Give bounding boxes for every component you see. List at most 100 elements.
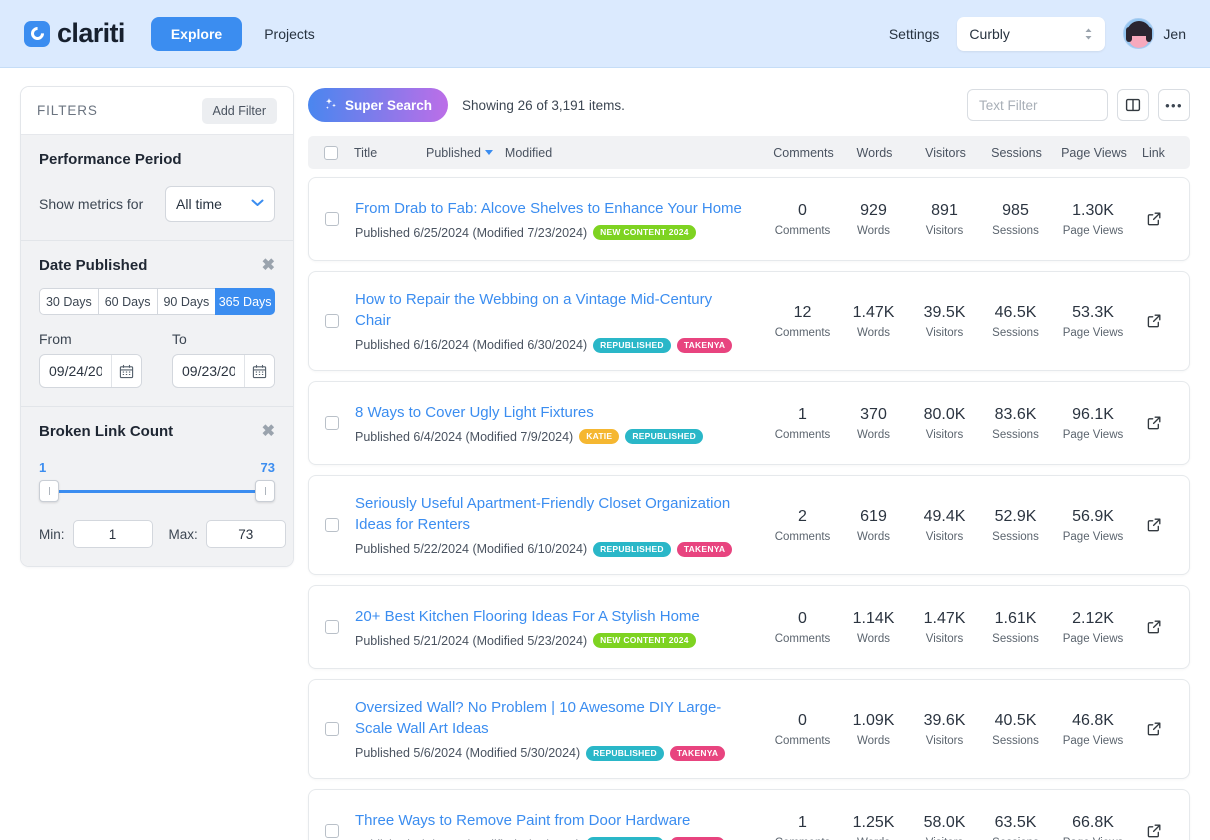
max-label: Max: [169, 527, 198, 542]
external-link-icon[interactable] [1135, 415, 1173, 431]
row-checkbox-cell [325, 518, 355, 532]
column-visitors[interactable]: Visitors [910, 146, 981, 160]
row-comments: 1 Comments [767, 405, 838, 440]
row-visitors-value: 39.6K [909, 711, 980, 730]
performance-period-select[interactable]: All time [165, 186, 275, 222]
external-link-icon[interactable] [1135, 517, 1173, 533]
row-sessions-label: Sessions [980, 429, 1051, 441]
external-link-icon[interactable] [1135, 211, 1173, 227]
nav-explore-button[interactable]: Explore [151, 17, 242, 51]
table-row[interactable]: Oversized Wall? No Problem | 10 Awesome … [308, 679, 1190, 779]
table-row[interactable]: Seriously Useful Apartment-Friendly Clos… [308, 475, 1190, 575]
external-link-icon[interactable] [1135, 823, 1173, 839]
table-row[interactable]: 20+ Best Kitchen Flooring Ideas For A St… [308, 585, 1190, 669]
column-sessions[interactable]: Sessions [981, 146, 1052, 160]
table-row[interactable]: 8 Ways to Cover Ugly Light Fixtures Publ… [308, 381, 1190, 465]
row-visitors-value: 58.0K [909, 813, 980, 832]
site-select[interactable]: Curbly [957, 17, 1105, 51]
column-comments[interactable]: Comments [768, 146, 839, 160]
table-row[interactable]: From Drab to Fab: Alcove Shelves to Enha… [308, 177, 1190, 261]
from-date-input[interactable] [40, 355, 111, 387]
column-link: Link [1136, 146, 1174, 160]
sparkle-icon [324, 97, 338, 113]
range-30-days[interactable]: 30 Days [39, 288, 99, 315]
row-title-link[interactable]: From Drab to Fab: Alcove Shelves to Enha… [355, 198, 749, 219]
text-filter-input[interactable] [967, 89, 1108, 121]
row-checkbox[interactable] [325, 620, 339, 634]
row-content: How to Repair the Webbing on a Vintage M… [355, 289, 767, 353]
row-sessions: 83.6K Sessions [980, 405, 1051, 440]
showing-count-text: Showing 26 of 3,191 items. [462, 98, 625, 113]
row-content: Three Ways to Remove Paint from Door Har… [355, 810, 767, 840]
row-checkbox[interactable] [325, 722, 339, 736]
row-comments-value: 1 [767, 813, 838, 832]
row-comments-value: 12 [767, 303, 838, 322]
calendar-icon-to[interactable] [244, 355, 274, 387]
row-checkbox[interactable] [325, 212, 339, 226]
min-input[interactable] [73, 520, 153, 548]
row-sessions: 40.5K Sessions [980, 711, 1051, 746]
row-title-link[interactable]: Oversized Wall? No Problem | 10 Awesome … [355, 697, 749, 740]
max-input[interactable] [206, 520, 286, 548]
row-page-views-value: 96.1K [1051, 405, 1135, 424]
calendar-icon-from[interactable] [111, 355, 141, 387]
slider-handle-min[interactable] [39, 480, 59, 502]
broken-link-range-slider[interactable]: 1 73 [39, 460, 275, 504]
row-page-views-label: Page Views [1051, 327, 1135, 339]
user-menu[interactable]: Jen [1123, 18, 1186, 49]
close-icon[interactable]: ✖ [262, 424, 275, 440]
row-words-value: 929 [838, 201, 909, 220]
row-words-value: 1.09K [838, 711, 909, 730]
to-date-input[interactable] [173, 355, 244, 387]
slider-handle-max[interactable] [255, 480, 275, 502]
select-all-checkbox[interactable] [324, 146, 338, 160]
external-link-icon[interactable] [1135, 619, 1173, 635]
column-page-views[interactable]: Page Views [1052, 146, 1136, 160]
column-published-label: Published [426, 146, 481, 160]
ellipsis-icon[interactable]: ••• [1158, 89, 1190, 121]
column-published[interactable]: Published [426, 146, 493, 160]
row-visitors: 39.5K Visitors [909, 303, 980, 338]
row-visitors-value: 39.5K [909, 303, 980, 322]
nav-projects-link[interactable]: Projects [264, 26, 315, 42]
performance-period-title: Performance Period [39, 151, 182, 168]
row-sessions: 46.5K Sessions [980, 303, 1051, 338]
row-checkbox[interactable] [325, 824, 339, 838]
row-words-value: 1.47K [838, 303, 909, 322]
column-title[interactable]: Title [354, 146, 426, 160]
super-search-label: Super Search [345, 98, 432, 113]
row-sessions: 52.9K Sessions [980, 507, 1051, 542]
settings-link[interactable]: Settings [889, 26, 940, 42]
row-title-link[interactable]: Seriously Useful Apartment-Friendly Clos… [355, 493, 749, 536]
column-modified[interactable]: Modified [505, 146, 768, 160]
columns-icon[interactable] [1117, 89, 1149, 121]
column-words[interactable]: Words [839, 146, 910, 160]
row-words-value: 1.14K [838, 609, 909, 628]
row-checkbox[interactable] [325, 314, 339, 328]
row-meta: Published 6/25/2024 (Modified 7/23/2024)… [355, 225, 749, 240]
add-filter-button[interactable]: Add Filter [202, 98, 278, 124]
row-comments: 0 Comments [767, 609, 838, 644]
row-title-link[interactable]: 8 Ways to Cover Ugly Light Fixtures [355, 402, 749, 423]
row-title-link[interactable]: Three Ways to Remove Paint from Door Har… [355, 810, 749, 831]
logo[interactable]: clariti [24, 18, 125, 49]
app-header: clariti Explore Projects Settings Curbly… [0, 0, 1210, 68]
table-row[interactable]: Three Ways to Remove Paint from Door Har… [308, 789, 1190, 840]
row-checkbox[interactable] [325, 416, 339, 430]
range-365-days[interactable]: 365 Days [215, 288, 275, 315]
row-checkbox[interactable] [325, 518, 339, 532]
row-visitors-value: 1.47K [909, 609, 980, 628]
close-icon[interactable]: ✖ [262, 258, 275, 274]
external-link-icon[interactable] [1135, 721, 1173, 737]
super-search-button[interactable]: Super Search [308, 88, 448, 122]
range-90-days[interactable]: 90 Days [157, 288, 217, 315]
external-link-icon[interactable] [1135, 313, 1173, 329]
table-row[interactable]: How to Repair the Webbing on a Vintage M… [308, 271, 1190, 371]
badge-republished: REPUBLISHED [593, 338, 671, 353]
range-60-days[interactable]: 60 Days [98, 288, 158, 315]
row-title-link[interactable]: How to Repair the Webbing on a Vintage M… [355, 289, 749, 332]
row-visitors-label: Visitors [909, 633, 980, 645]
select-all-checkbox-cell [324, 146, 354, 160]
row-page-views-label: Page Views [1051, 837, 1135, 840]
row-title-link[interactable]: 20+ Best Kitchen Flooring Ideas For A St… [355, 606, 749, 627]
